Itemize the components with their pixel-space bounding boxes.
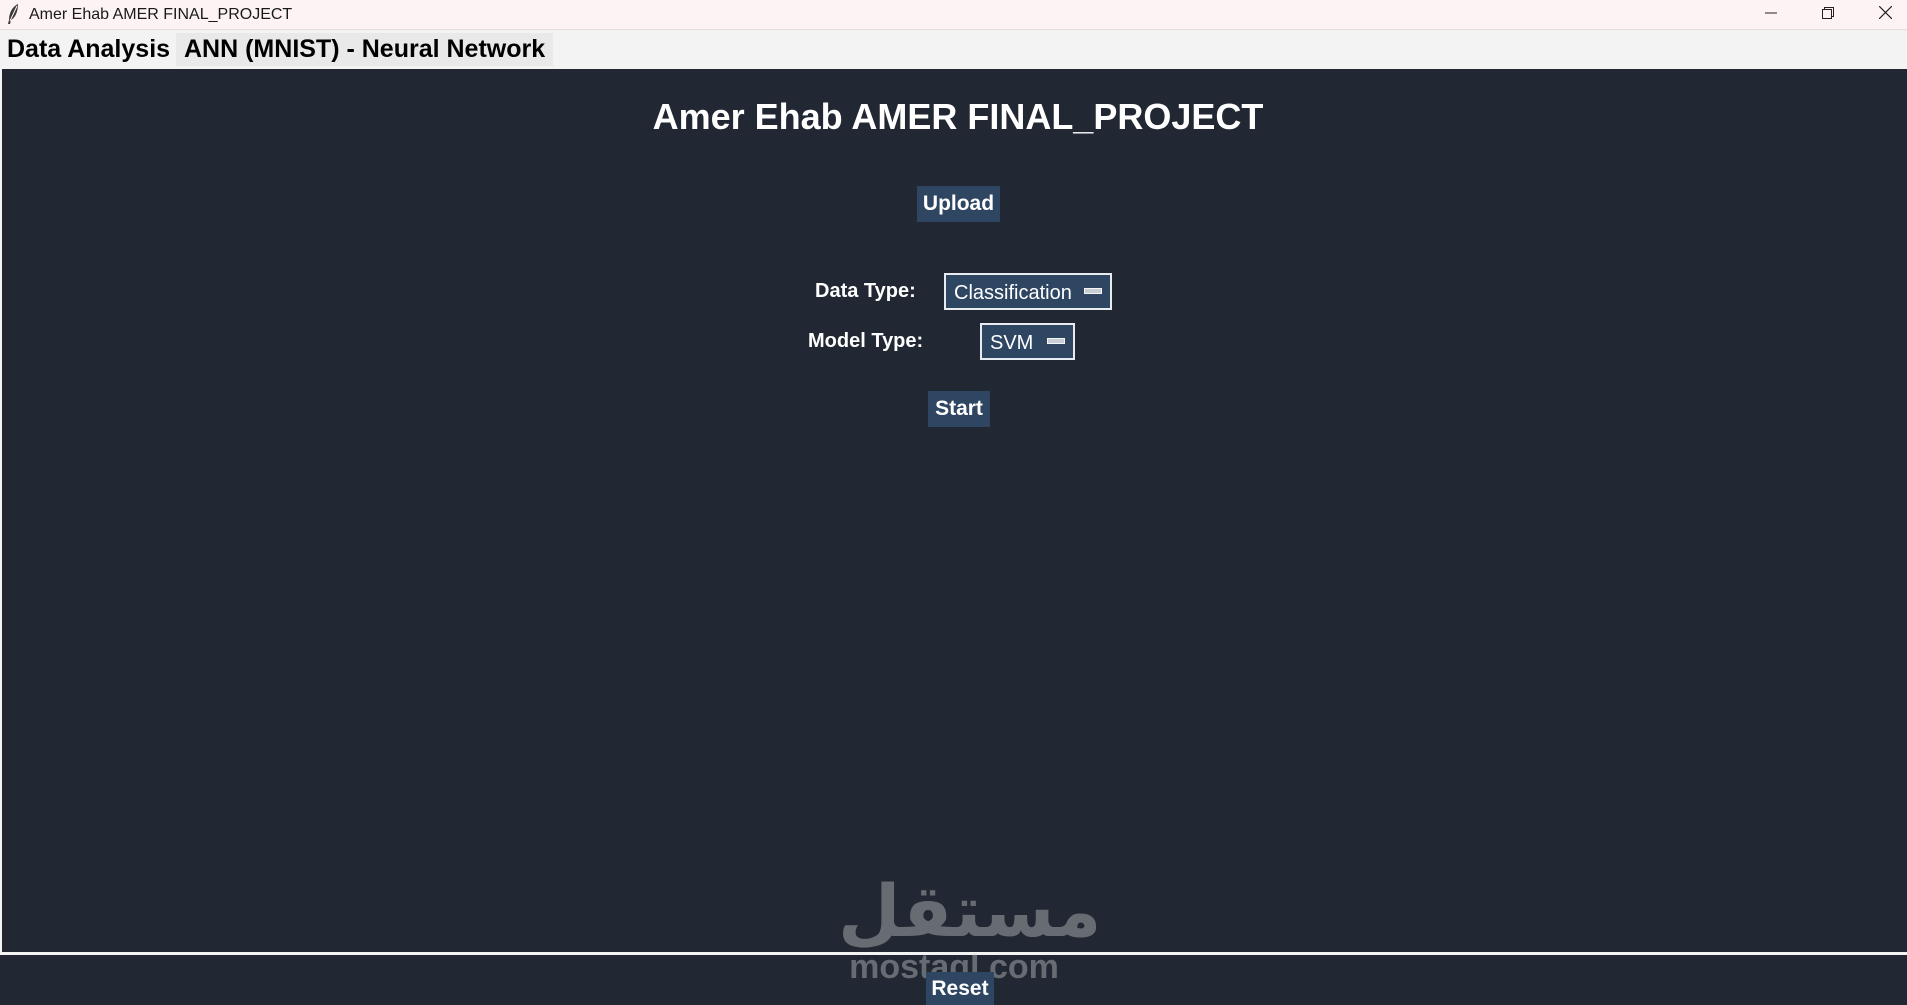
data-type-value: Classification — [954, 282, 1072, 304]
app-window: Amer Ehab AMER FINAL_PROJECT Data Analys… — [0, 0, 1907, 1005]
minimize-icon — [1765, 6, 1777, 24]
watermark-arabic-text: مستقل — [838, 869, 1102, 953]
tab-ann-mnist[interactable]: ANN (MNIST) - Neural Network — [176, 33, 554, 66]
tab-data-analysis[interactable]: Data Analysis — [3, 33, 175, 66]
dropdown-indicator-icon — [1084, 288, 1102, 294]
upload-button[interactable]: Upload — [917, 186, 1000, 222]
dropdown-indicator-icon — [1047, 338, 1065, 344]
page-title: Amer Ehab AMER FINAL_PROJECT — [652, 96, 1264, 137]
close-icon — [1878, 5, 1892, 24]
minimize-button[interactable] — [1743, 0, 1799, 29]
model-type-value: SVM — [990, 332, 1034, 354]
restore-icon — [1822, 6, 1834, 24]
mostaql-watermark: مستقل mostaql.com — [838, 871, 1101, 986]
data-type-label: Data Type: — [815, 280, 916, 302]
title-bar: Amer Ehab AMER FINAL_PROJECT — [0, 0, 1907, 30]
restore-button[interactable] — [1800, 0, 1856, 29]
data-type-dropdown[interactable]: Classification — [944, 273, 1112, 310]
model-type-label: Model Type: — [808, 330, 924, 352]
close-button[interactable] — [1857, 0, 1907, 29]
window-title: Amer Ehab AMER FINAL_PROJECT — [29, 6, 293, 23]
model-type-dropdown[interactable]: SVM — [980, 323, 1075, 360]
tab-strip: Data Analysis ANN (MNIST) - Neural Netwo… — [0, 30, 1907, 69]
feather-icon — [5, 3, 21, 25]
reset-button[interactable]: Reset — [926, 972, 994, 1005]
start-button[interactable]: Start — [928, 391, 990, 427]
